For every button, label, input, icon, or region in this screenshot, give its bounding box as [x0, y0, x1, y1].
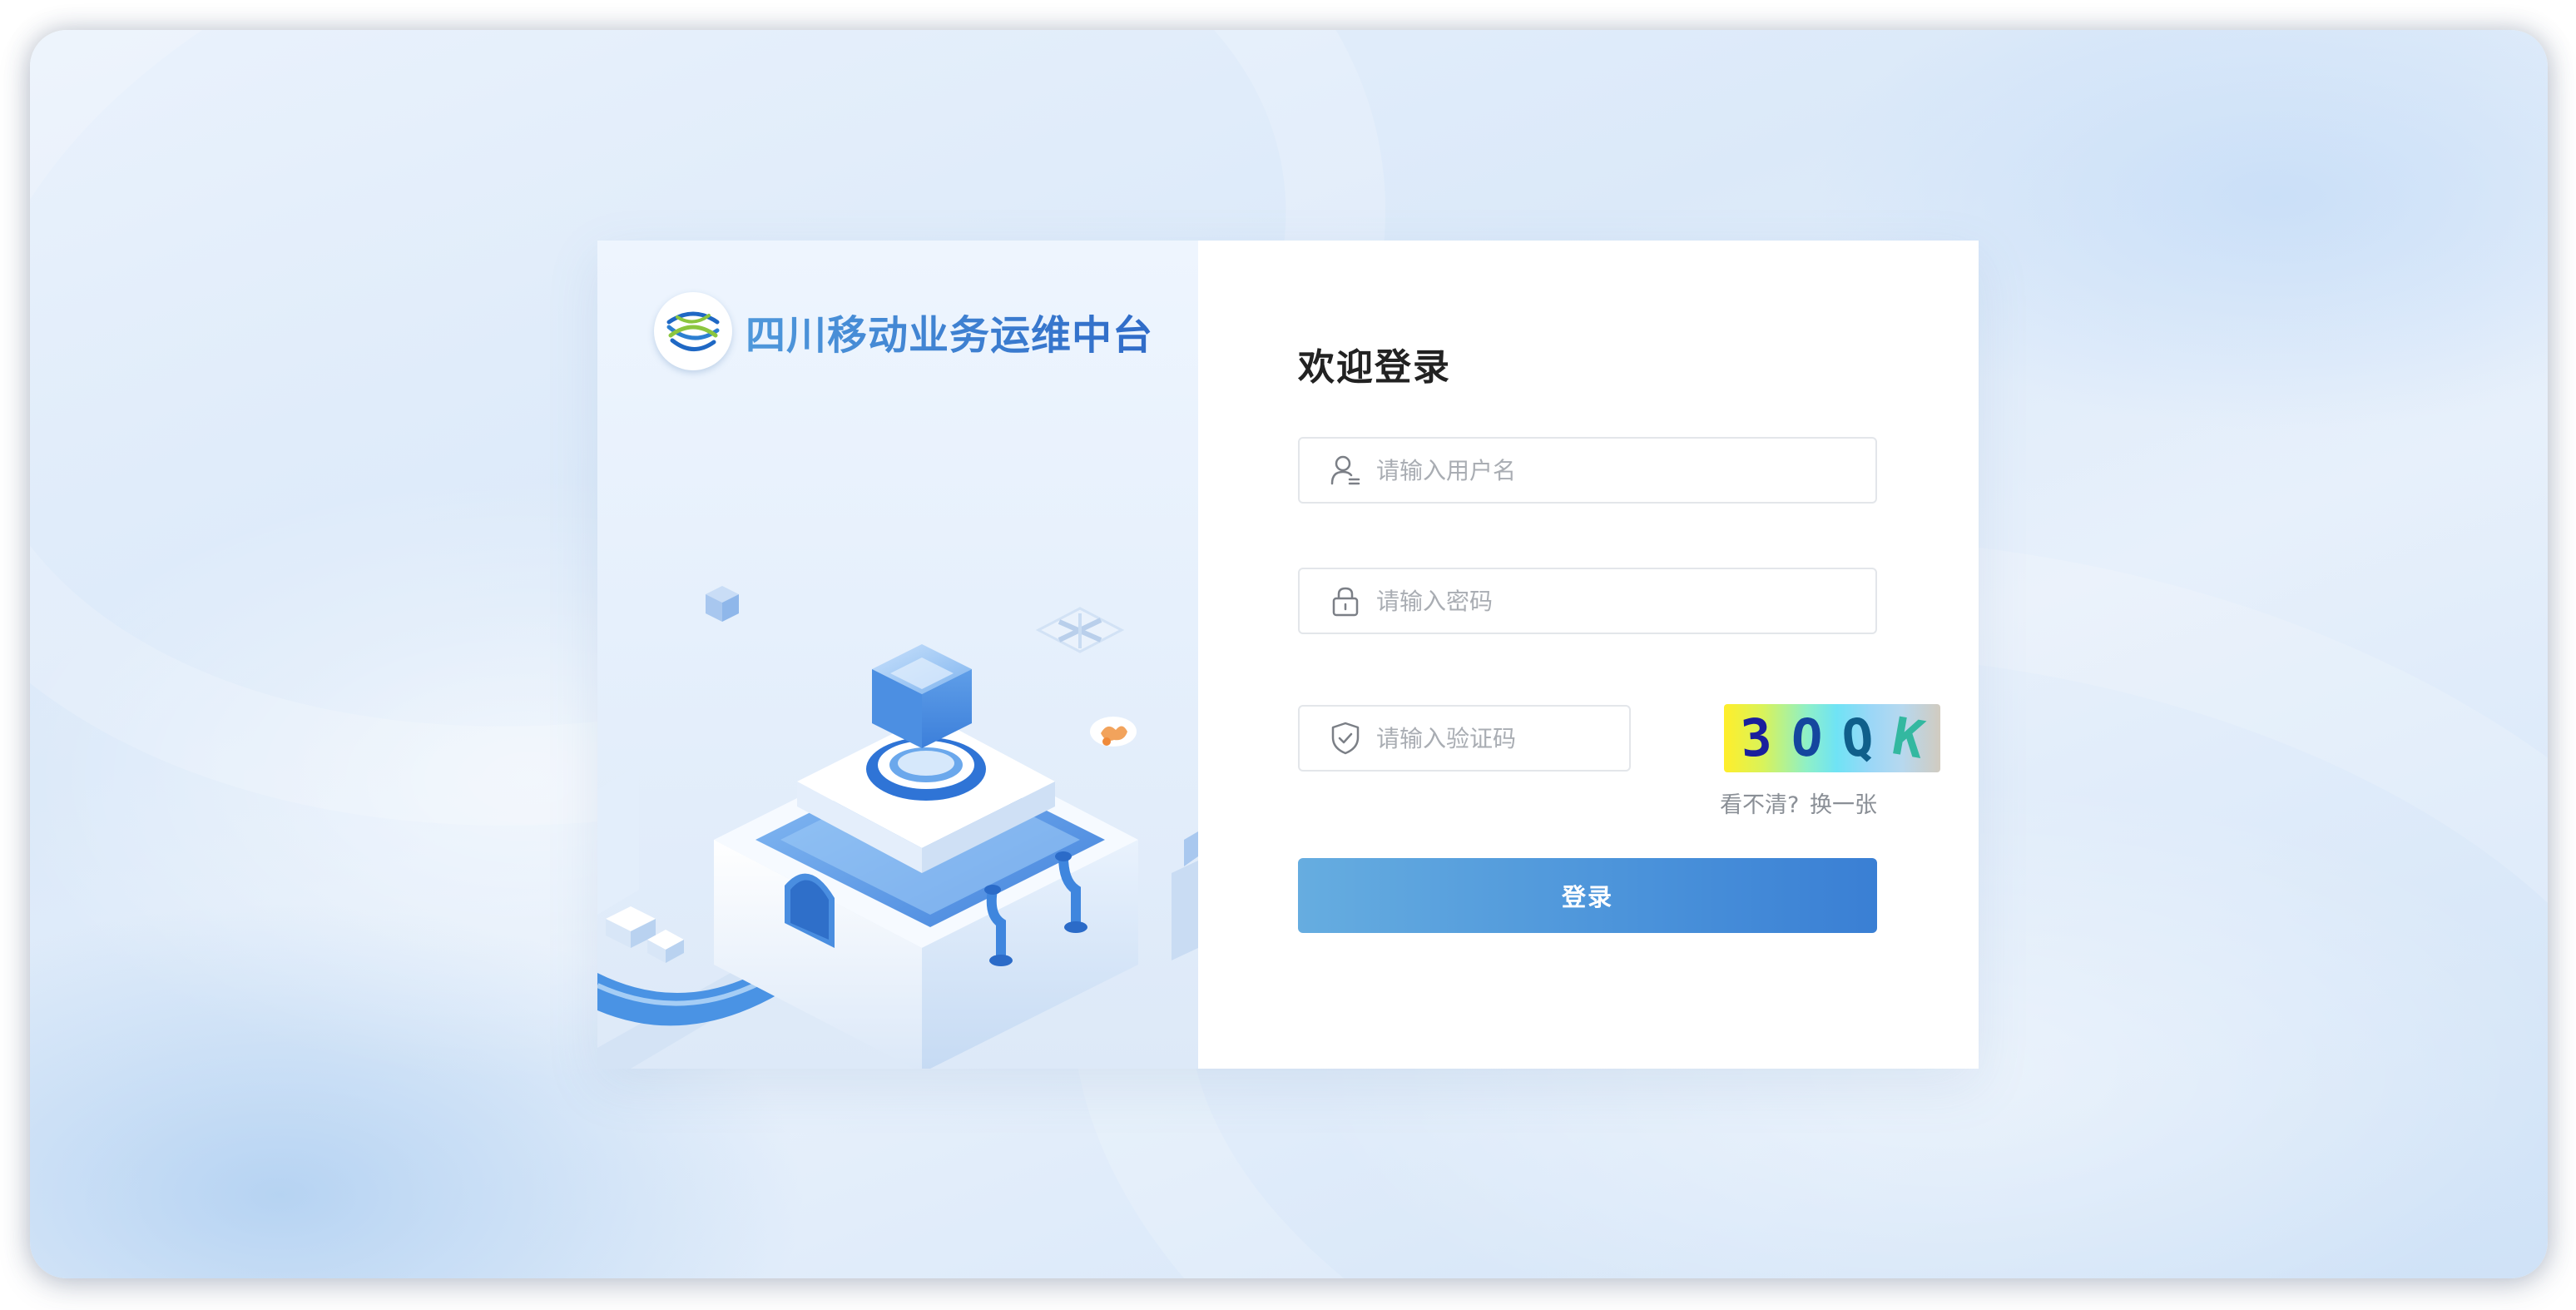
captcha-char: 3: [1738, 706, 1774, 770]
captcha-refresh-prompt: 看不清?: [1720, 792, 1800, 818]
username-field[interactable]: [1298, 437, 1877, 504]
login-card: 四川移动业务运维中台 欢迎登录 请输入用户名 请输入验证码 3 O Q K 看不…: [597, 241, 1979, 1069]
login-form-panel: 欢迎登录 请输入用户名 请输入验证码 3 O Q K 看不清? 换一张 登录: [1198, 241, 1979, 1069]
app-window: 四川移动业务运维中台 欢迎登录 请输入用户名 请输入验证码 3 O Q K 看不…: [30, 30, 2548, 1278]
captcha-refresh-row: 看不清? 换一张: [1720, 786, 1877, 819]
captcha-char: O: [1789, 707, 1825, 769]
captcha-char: Q: [1839, 706, 1876, 770]
illustration-panel: 四川移动业务运维中台: [597, 241, 1198, 1069]
isometric-data-center-illustration: [597, 586, 1198, 1069]
login-button[interactable]: 登录: [1298, 858, 1877, 933]
brand-header: 四川移动业务运维中台: [654, 292, 1153, 370]
password-field[interactable]: [1298, 568, 1877, 634]
user-icon: [1328, 453, 1363, 488]
captcha-refresh-link[interactable]: 换一张: [1810, 792, 1877, 818]
captcha-image[interactable]: 3 O Q K: [1724, 704, 1940, 772]
username-input[interactable]: [1375, 439, 1875, 502]
captcha-field[interactable]: [1298, 705, 1631, 772]
welcome-heading: 欢迎登录: [1298, 346, 1451, 389]
lock-icon: [1328, 583, 1363, 618]
password-input[interactable]: [1375, 569, 1875, 633]
captcha-input[interactable]: [1375, 707, 1629, 770]
shield-check-icon: [1328, 721, 1363, 756]
brand-title: 四川移动业务运维中台: [746, 302, 1153, 360]
china-mobile-logo-icon: [654, 292, 732, 370]
captcha-char: K: [1887, 705, 1930, 771]
